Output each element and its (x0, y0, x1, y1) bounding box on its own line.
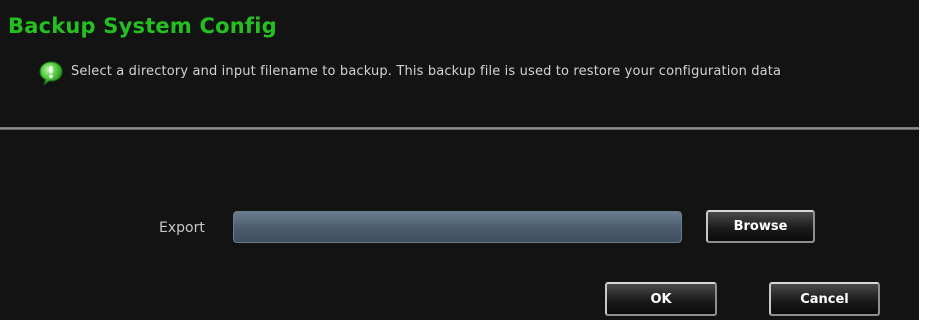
divider (0, 127, 919, 130)
info-bubble-icon (38, 60, 64, 86)
backup-config-dialog: Backup System Config Select a directory … (0, 0, 919, 320)
cancel-button[interactable]: Cancel (769, 282, 880, 316)
ok-button[interactable]: OK (605, 282, 717, 316)
export-label: Export (159, 220, 205, 236)
browse-button[interactable]: Browse (706, 210, 815, 243)
dialog-title: Backup System Config (8, 14, 277, 38)
export-path-input[interactable] (233, 211, 682, 243)
info-text: Select a directory and input filename to… (71, 64, 782, 79)
